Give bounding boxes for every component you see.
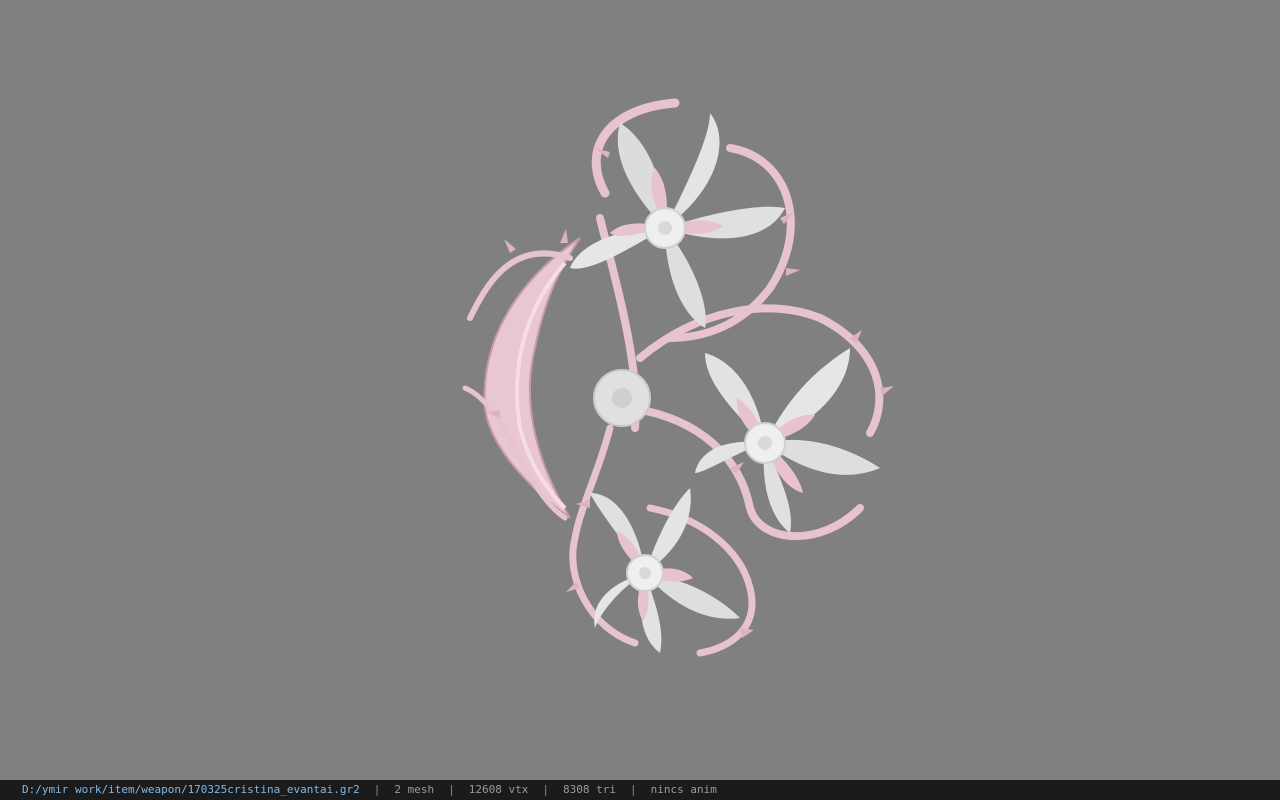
animation-status: nincs anim <box>650 783 717 796</box>
flower-right <box>695 348 880 533</box>
triangle-count: 8308 tri <box>563 783 616 796</box>
flower-bud <box>593 369 651 427</box>
separator: | <box>542 783 549 796</box>
vertex-count: 12608 vtx <box>468 783 529 796</box>
status-bar: D:/ymir work/item/weapon/170325cristina_… <box>0 780 1280 800</box>
separator: | <box>373 783 381 796</box>
fan-model <box>462 98 894 657</box>
separator: | <box>448 783 455 796</box>
separator: | <box>629 783 637 796</box>
file-path: D:/ymir work/item/weapon/170325cristina_… <box>22 783 360 796</box>
mesh-count: 2 mesh <box>394 783 435 796</box>
3d-viewport[interactable] <box>0 0 1280 780</box>
